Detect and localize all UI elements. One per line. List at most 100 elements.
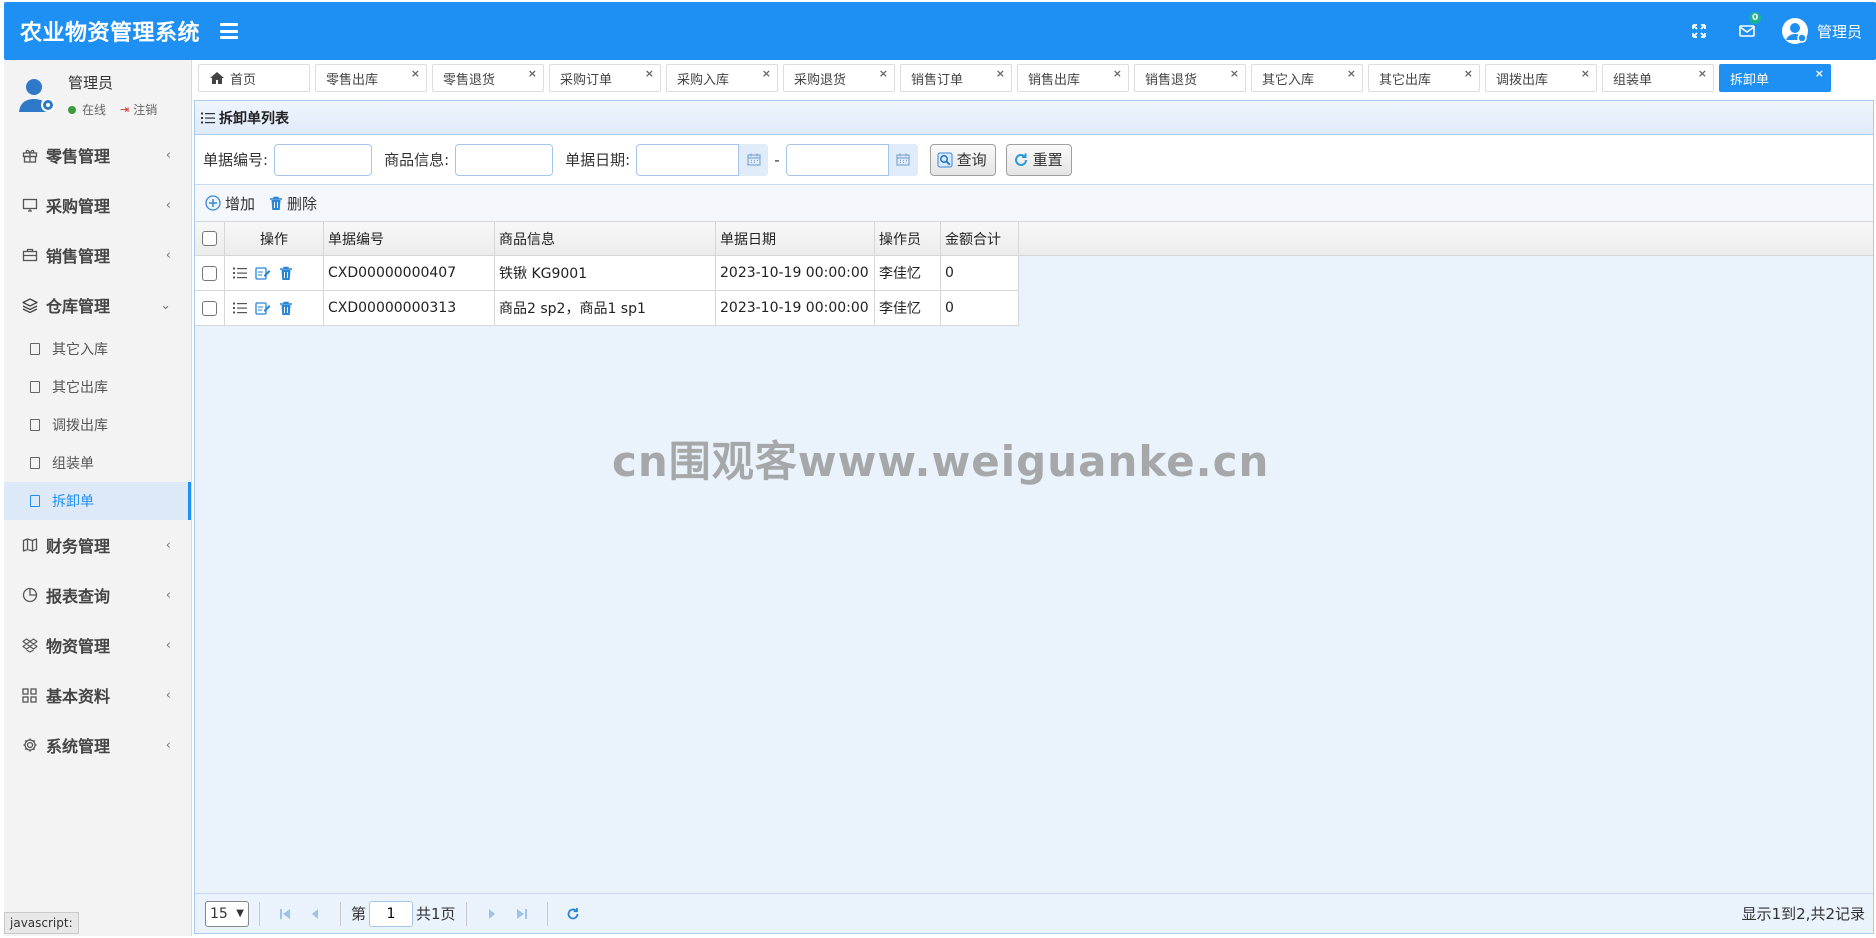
- close-icon[interactable]: ×: [528, 67, 537, 80]
- column-header[interactable]: 操作员: [875, 222, 941, 255]
- sub-item-disassembly[interactable]: 拆卸单: [4, 482, 191, 520]
- close-icon[interactable]: ×: [1230, 67, 1239, 80]
- first-page-icon[interactable]: [274, 908, 296, 920]
- tab-label: 采购订单: [560, 72, 613, 88]
- row-actions: [225, 291, 324, 325]
- close-icon[interactable]: ×: [1581, 67, 1590, 80]
- nav-label: 财务管理: [46, 537, 111, 556]
- table-row[interactable]: CXD00000000313 商品2 sp2，商品1 sp1 2023-10-1…: [195, 291, 1873, 326]
- row-checkbox[interactable]: [202, 300, 217, 316]
- table-row[interactable]: CXD00000000407 铁锹 KG9001 2023-10-19 00:0…: [195, 256, 1873, 291]
- next-page-icon[interactable]: [481, 908, 503, 920]
- tab-purchase-return[interactable]: 采购退货 ×: [783, 64, 895, 92]
- tab-transfer-out[interactable]: 调拨出库 ×: [1485, 64, 1597, 92]
- sub-item-other-in[interactable]: 其它入库: [4, 330, 191, 368]
- edit-icon[interactable]: [255, 301, 271, 315]
- sub-item-other-out[interactable]: 其它出库: [4, 368, 191, 406]
- select-all-checkbox[interactable]: [202, 231, 217, 246]
- bill-no-input[interactable]: [274, 143, 373, 176]
- close-icon[interactable]: ×: [1815, 67, 1824, 80]
- last-page-icon[interactable]: [511, 908, 533, 920]
- trash-icon[interactable]: [279, 266, 293, 281]
- row-checkbox[interactable]: [202, 265, 217, 281]
- end-date-picker[interactable]: [785, 143, 918, 176]
- table-header: 操作 单据编号 商品信息 单据日期 操作员 金额合计: [195, 221, 1873, 256]
- nav-finance[interactable]: 财务管理 ‹: [4, 520, 191, 570]
- layers-icon: [22, 297, 42, 313]
- calendar-icon[interactable]: [738, 143, 769, 176]
- close-icon[interactable]: ×: [645, 67, 654, 80]
- add-button[interactable]: 增加: [205, 193, 255, 214]
- delete-button[interactable]: 删除: [269, 193, 317, 214]
- tab-purchase-in[interactable]: 采购入库 ×: [666, 64, 778, 92]
- tab-sales-out[interactable]: 销售出库 ×: [1017, 64, 1129, 92]
- sub-item-label: 组装单: [52, 456, 94, 472]
- menu-toggle-icon[interactable]: [220, 23, 239, 39]
- tab-label: 销售订单: [911, 72, 964, 88]
- column-header[interactable]: 单据日期: [716, 222, 875, 255]
- date-label: 单据日期:: [565, 151, 631, 169]
- query-button[interactable]: 查询: [929, 143, 996, 176]
- nav-purchase[interactable]: 采购管理 ‹: [4, 180, 191, 230]
- column-header[interactable]: 商品信息: [495, 222, 716, 255]
- tab-label: 拆卸单: [1730, 72, 1770, 88]
- close-icon[interactable]: ×: [1464, 67, 1473, 80]
- tab-home[interactable]: 首页: [198, 64, 310, 92]
- nav-basic-data[interactable]: 基本资料 ‹: [4, 670, 191, 720]
- trash-icon[interactable]: [279, 301, 293, 316]
- close-icon[interactable]: ×: [1698, 67, 1707, 80]
- nav-label: 销售管理: [46, 247, 111, 266]
- header-user-menu[interactable]: 管理员: [1781, 17, 1862, 45]
- logout-icon[interactable]: ⇥: [120, 103, 129, 116]
- grid-toolbar: 增加 删除: [195, 185, 1873, 221]
- tab-other-in[interactable]: 其它入库 ×: [1251, 64, 1363, 92]
- detail-list-icon[interactable]: [233, 302, 247, 314]
- chevron-left-icon: ‹: [165, 637, 171, 653]
- nav-system[interactable]: 系统管理 ‹: [4, 720, 191, 770]
- tab-disassembly[interactable]: 拆卸单 ×: [1719, 64, 1831, 92]
- close-icon[interactable]: ×: [1347, 67, 1356, 80]
- tab-sales-return[interactable]: 销售退货 ×: [1134, 64, 1246, 92]
- nav-retail[interactable]: 零售管理 ‹: [4, 130, 191, 180]
- goods-input[interactable]: [455, 143, 554, 176]
- goods-label: 商品信息:: [384, 151, 450, 169]
- close-icon[interactable]: ×: [762, 67, 771, 80]
- chevron-left-icon: ‹: [165, 537, 171, 553]
- reset-button[interactable]: 重置: [1005, 143, 1072, 176]
- column-header[interactable]: 金额合计: [941, 222, 1019, 255]
- close-icon[interactable]: ×: [411, 67, 420, 80]
- tab-other-out[interactable]: 其它出库 ×: [1368, 64, 1480, 92]
- page-total: 共1页: [416, 905, 456, 923]
- column-header[interactable]: 操作: [225, 222, 324, 255]
- fullscreen-icon[interactable]: [1675, 2, 1723, 60]
- nav-sales[interactable]: 销售管理 ‹: [4, 230, 191, 280]
- close-icon[interactable]: ×: [1113, 67, 1122, 80]
- tab-label: 销售出库: [1028, 72, 1081, 88]
- calendar-icon[interactable]: [887, 143, 918, 176]
- tab-retail-return[interactable]: 零售退货 ×: [432, 64, 544, 92]
- nav-materials[interactable]: 物资管理 ‹: [4, 620, 191, 670]
- column-header[interactable]: 单据编号: [324, 222, 495, 255]
- detail-list-icon[interactable]: [233, 267, 247, 279]
- tab-assembly[interactable]: 组装单 ×: [1602, 64, 1714, 92]
- panel-header: 拆卸单列表: [195, 101, 1873, 135]
- reload-icon[interactable]: [562, 907, 584, 921]
- tab-purchase-order[interactable]: 采购订单 ×: [549, 64, 661, 92]
- page-size-select[interactable]: 15 ▼: [205, 900, 249, 927]
- mail-icon[interactable]: 0: [1723, 2, 1771, 60]
- close-icon[interactable]: ×: [879, 67, 888, 80]
- mail-count-badge: 0: [1748, 12, 1762, 24]
- page-number-input[interactable]: [369, 900, 414, 927]
- sub-item-assembly[interactable]: 组装单: [4, 444, 191, 482]
- add-button-label: 增加: [225, 194, 256, 213]
- tab-sales-order[interactable]: 销售订单 ×: [900, 64, 1012, 92]
- logout-link[interactable]: 注销: [133, 101, 157, 118]
- nav-warehouse[interactable]: 仓库管理 ⌄: [4, 280, 191, 330]
- tab-retail-out[interactable]: 零售出库 ×: [315, 64, 427, 92]
- prev-page-icon[interactable]: [304, 908, 326, 920]
- nav-reports[interactable]: 报表查询 ‹: [4, 570, 191, 620]
- close-icon[interactable]: ×: [996, 67, 1005, 80]
- begin-date-picker[interactable]: [636, 143, 769, 176]
- edit-icon[interactable]: [255, 266, 271, 280]
- sub-item-transfer-out[interactable]: 调拨出库: [4, 406, 191, 444]
